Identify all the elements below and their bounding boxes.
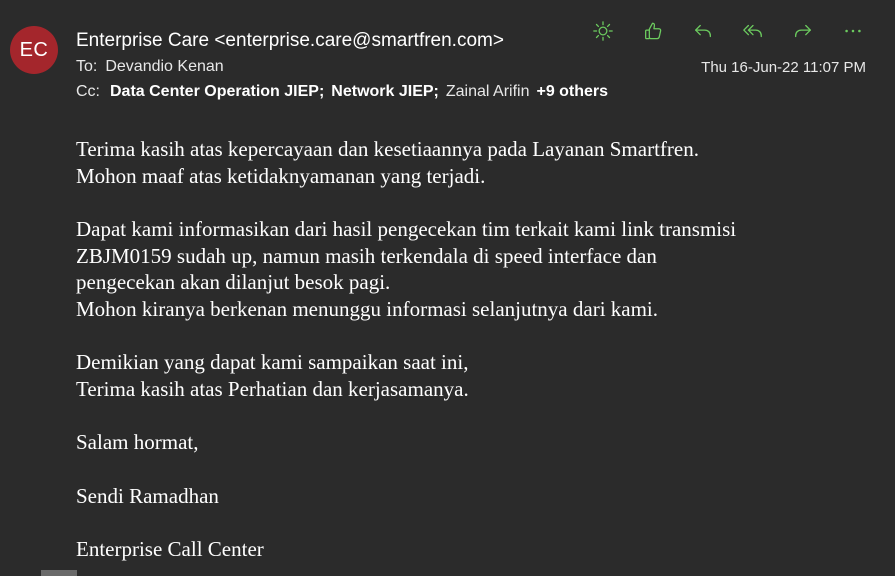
body-line: ZBJM0159 sudah up, namun masih terkendal… (76, 243, 657, 268)
sender-avatar[interactable]: EC (10, 26, 58, 74)
cc-line: Cc: Data Center Operation JIEP; Network JI… (76, 83, 608, 101)
more-icon (845, 29, 861, 33)
body-line: Dapat kami informasikan dari hasil penge… (76, 217, 737, 241)
to-recipient[interactable]: Devandio Kenan (105, 58, 223, 75)
scrollbar-thumb[interactable] (41, 570, 77, 576)
forward-button[interactable] (792, 18, 842, 44)
sender-name[interactable]: Enterprise Care <enterprise.care@smartfr… (76, 30, 504, 52)
like-icon (645, 22, 662, 40)
body-line: Mohon maaf atas ketidaknyamanan yang ter… (76, 163, 486, 188)
to-line: To: Devandio Kenan (76, 58, 224, 76)
reply-icon (695, 24, 711, 38)
reply-all-button[interactable] (742, 18, 792, 44)
signature-name: Sendi Ramadhan (76, 483, 219, 508)
to-label: To: (76, 58, 98, 75)
cc-recipient[interactable]: Data Center Operation JIEP; (110, 83, 324, 100)
horizontal-scrollbar[interactable] (0, 570, 895, 576)
message-date: Thu 16-Jun-22 11:07 PM (701, 59, 866, 76)
more-actions-button[interactable] (842, 18, 892, 44)
forward-icon (795, 24, 811, 38)
body-line: Terima kasih atas kepercayaan dan keseti… (76, 137, 699, 161)
body-line: Mohon kiranya berkenan menunggu informas… (76, 296, 659, 321)
immersive-reader-button[interactable] (592, 18, 642, 44)
cc-more-link[interactable]: +9 others (536, 83, 608, 100)
body-line: Terima kasih atas Perhatian dan kerjasam… (76, 376, 469, 401)
like-button[interactable] (642, 18, 692, 44)
message-toolbar (592, 18, 892, 44)
body-line: pengecekan akan dilanjut besok pagi. (76, 270, 391, 294)
body-greeting: Salam hormat, (76, 430, 199, 454)
signature-dept: Enterprise Call Center (76, 537, 264, 561)
reply-button[interactable] (692, 18, 742, 44)
reply-all-icon (743, 24, 762, 38)
sun-icon (593, 21, 613, 41)
cc-recipient[interactable]: Zainal Arifin (446, 83, 530, 100)
cc-label: Cc: (76, 83, 100, 100)
message-body: Terima kasih atas kepercayaan dan keseti… (76, 136, 866, 563)
body-line: Demikian yang dapat kami sampaikan saat … (76, 350, 469, 374)
cc-recipient[interactable]: Network JIEP; (331, 83, 439, 100)
